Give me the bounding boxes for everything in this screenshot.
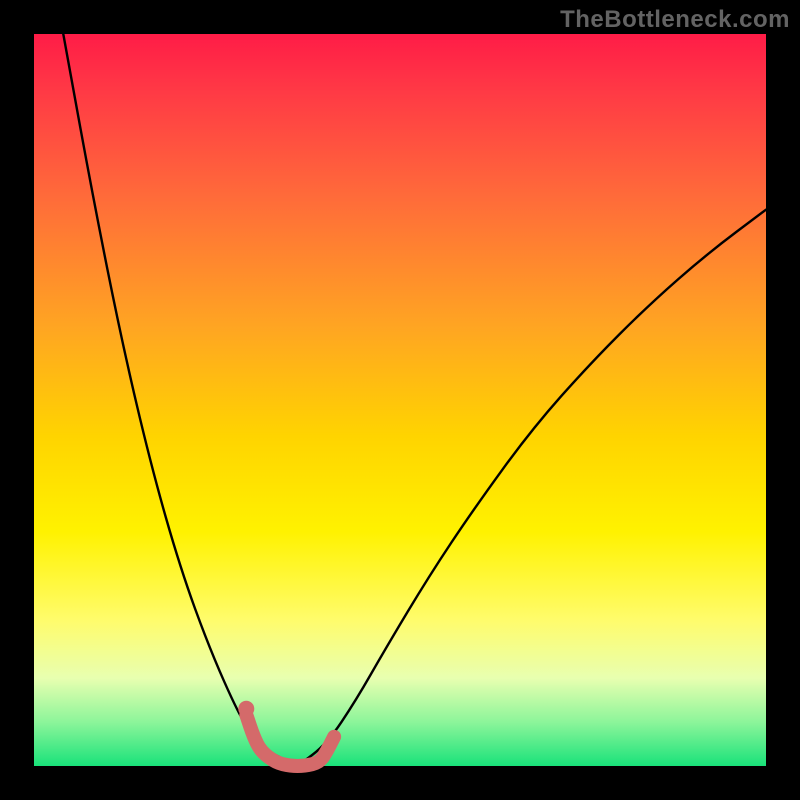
right-curve bbox=[298, 210, 766, 766]
plot-area bbox=[34, 34, 766, 766]
watermark-text: TheBottleneck.com bbox=[560, 6, 790, 34]
chart-svg bbox=[34, 34, 766, 766]
marker-dot bbox=[238, 701, 254, 717]
bottom-marker-curve bbox=[246, 715, 334, 766]
chart-frame: TheBottleneck.com bbox=[0, 0, 800, 800]
left-curve bbox=[63, 34, 297, 766]
